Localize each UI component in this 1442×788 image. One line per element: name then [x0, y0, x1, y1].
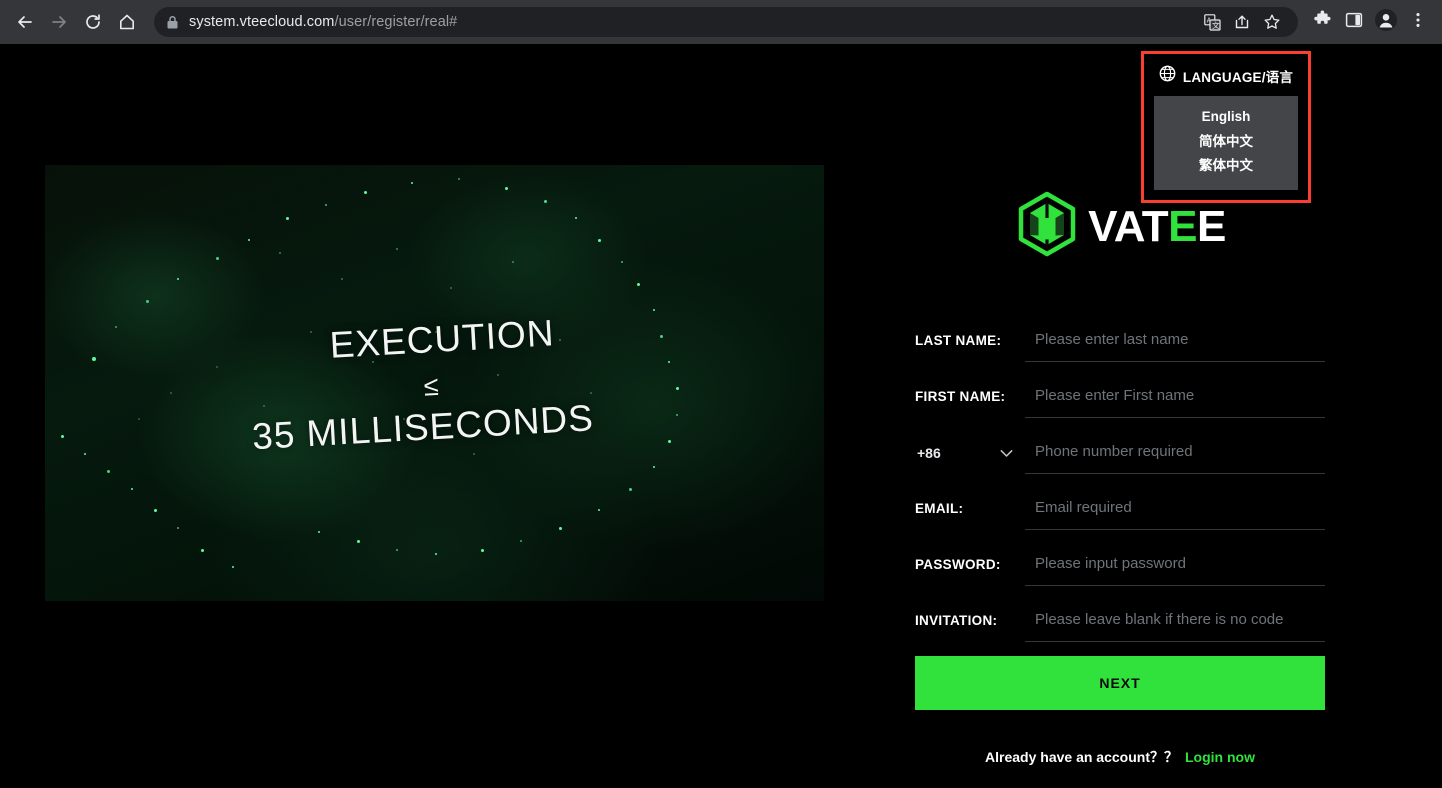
- password-input[interactable]: Please input password: [1025, 554, 1325, 586]
- vatee-hexagon-logo-icon: [1014, 191, 1080, 262]
- promo-line-1: EXECUTION: [328, 311, 556, 366]
- promo-banner-image: EXECUTION ≤ 35 MILLISECONDS: [45, 165, 824, 601]
- invitation-label: INVITATION:: [915, 613, 998, 628]
- extensions-button[interactable]: [1306, 5, 1338, 39]
- brand-wordmark: VATEE: [1088, 201, 1226, 251]
- omnibox-actions: A 文: [1198, 8, 1286, 36]
- field-email: EMAIL: Email required: [915, 474, 1325, 530]
- home-icon: [117, 12, 137, 32]
- side-panel-icon: [1345, 11, 1363, 34]
- chevron-down-icon: [1000, 445, 1013, 461]
- svg-text:文: 文: [1212, 20, 1220, 30]
- phone-number-input[interactable]: Phone number required: [1025, 442, 1325, 474]
- reload-button[interactable]: [76, 5, 110, 39]
- profile-button[interactable]: [1370, 5, 1402, 39]
- home-button[interactable]: [110, 5, 144, 39]
- back-button[interactable]: [8, 5, 42, 39]
- language-selector[interactable]: LANGUAGE/语言 English 简体中文 繁体中文: [1141, 51, 1311, 203]
- password-label: PASSWORD:: [915, 557, 1001, 572]
- login-now-link[interactable]: Login now: [1185, 749, 1255, 765]
- registration-form: LAST NAME: Please enter last name FIRST …: [915, 306, 1325, 642]
- field-password: PASSWORD: Please input password: [915, 530, 1325, 586]
- profile-avatar-icon: [1374, 8, 1398, 37]
- language-option-traditional-chinese[interactable]: 繁体中文: [1154, 154, 1298, 179]
- browser-menu-button[interactable]: [1402, 5, 1434, 39]
- promo-text-block: EXECUTION ≤ 35 MILLISECONDS: [45, 165, 824, 601]
- address-bar[interactable]: system.vteecloud.com/user/register/real#…: [154, 7, 1298, 37]
- forward-button[interactable]: [42, 5, 76, 39]
- field-invitation: INVITATION: Please leave blank if there …: [915, 586, 1325, 642]
- first-name-input[interactable]: Please enter First name: [1025, 386, 1325, 418]
- email-input[interactable]: Email required: [1025, 498, 1325, 530]
- brand-wordmark-part-2: E: [1168, 201, 1197, 251]
- forward-arrow-icon: [49, 12, 69, 32]
- url-text: system.vteecloud.com/user/register/real#: [189, 14, 457, 30]
- language-option-english[interactable]: English: [1154, 105, 1298, 130]
- first-name-label: FIRST NAME:: [915, 389, 1006, 404]
- star-icon[interactable]: [1258, 8, 1286, 36]
- country-code-select[interactable]: +86: [915, 445, 1025, 474]
- share-icon[interactable]: [1228, 8, 1256, 36]
- browser-toolbar: system.vteecloud.com/user/register/real#…: [0, 0, 1442, 44]
- brand-logo: VATEE: [900, 191, 1340, 262]
- promo-line-3: 35 MILLISECONDS: [251, 396, 595, 457]
- language-menu: English 简体中文 繁体中文: [1154, 96, 1298, 190]
- last-name-input[interactable]: Please enter last name: [1025, 330, 1325, 362]
- email-label: EMAIL:: [915, 501, 964, 516]
- language-header[interactable]: LANGUAGE/语言: [1144, 60, 1308, 92]
- side-panel-button[interactable]: [1338, 5, 1370, 39]
- promo-line-2: ≤: [422, 370, 441, 402]
- lock-icon: [166, 15, 179, 30]
- back-arrow-icon: [15, 12, 35, 32]
- login-prompt: Already have an account？？ Login now: [900, 747, 1340, 767]
- login-prompt-text: Already have an account？？: [985, 749, 1178, 765]
- brand-wordmark-part-3: E: [1196, 201, 1226, 251]
- puzzle-piece-icon: [1313, 10, 1332, 34]
- brand-wordmark-part-1: VAT: [1088, 201, 1169, 251]
- country-code-value: +86: [917, 445, 941, 461]
- field-phone: +86 Phone number required: [915, 418, 1325, 474]
- url-domain: system.vteecloud.com: [189, 14, 335, 30]
- language-option-simplified-chinese[interactable]: 简体中文: [1154, 130, 1298, 155]
- register-page: EXECUTION ≤ 35 MILLISECONDS LANGUAGE/语言 …: [0, 44, 1442, 788]
- reload-icon: [83, 12, 103, 32]
- translate-icon[interactable]: A 文: [1198, 8, 1226, 36]
- field-last-name: LAST NAME: Please enter last name: [915, 306, 1325, 362]
- field-first-name: FIRST NAME: Please enter First name: [915, 362, 1325, 418]
- invitation-code-input[interactable]: Please leave blank if there is no code: [1025, 610, 1325, 642]
- next-button[interactable]: NEXT: [915, 656, 1325, 710]
- last-name-label: LAST NAME:: [915, 333, 1002, 348]
- globe-icon: [1159, 65, 1176, 87]
- three-dot-menu-icon: [1409, 11, 1427, 34]
- url-path: /user/register/real#: [334, 14, 458, 30]
- browser-right-actions: [1306, 5, 1434, 39]
- language-title: LANGUAGE/语言: [1182, 70, 1294, 85]
